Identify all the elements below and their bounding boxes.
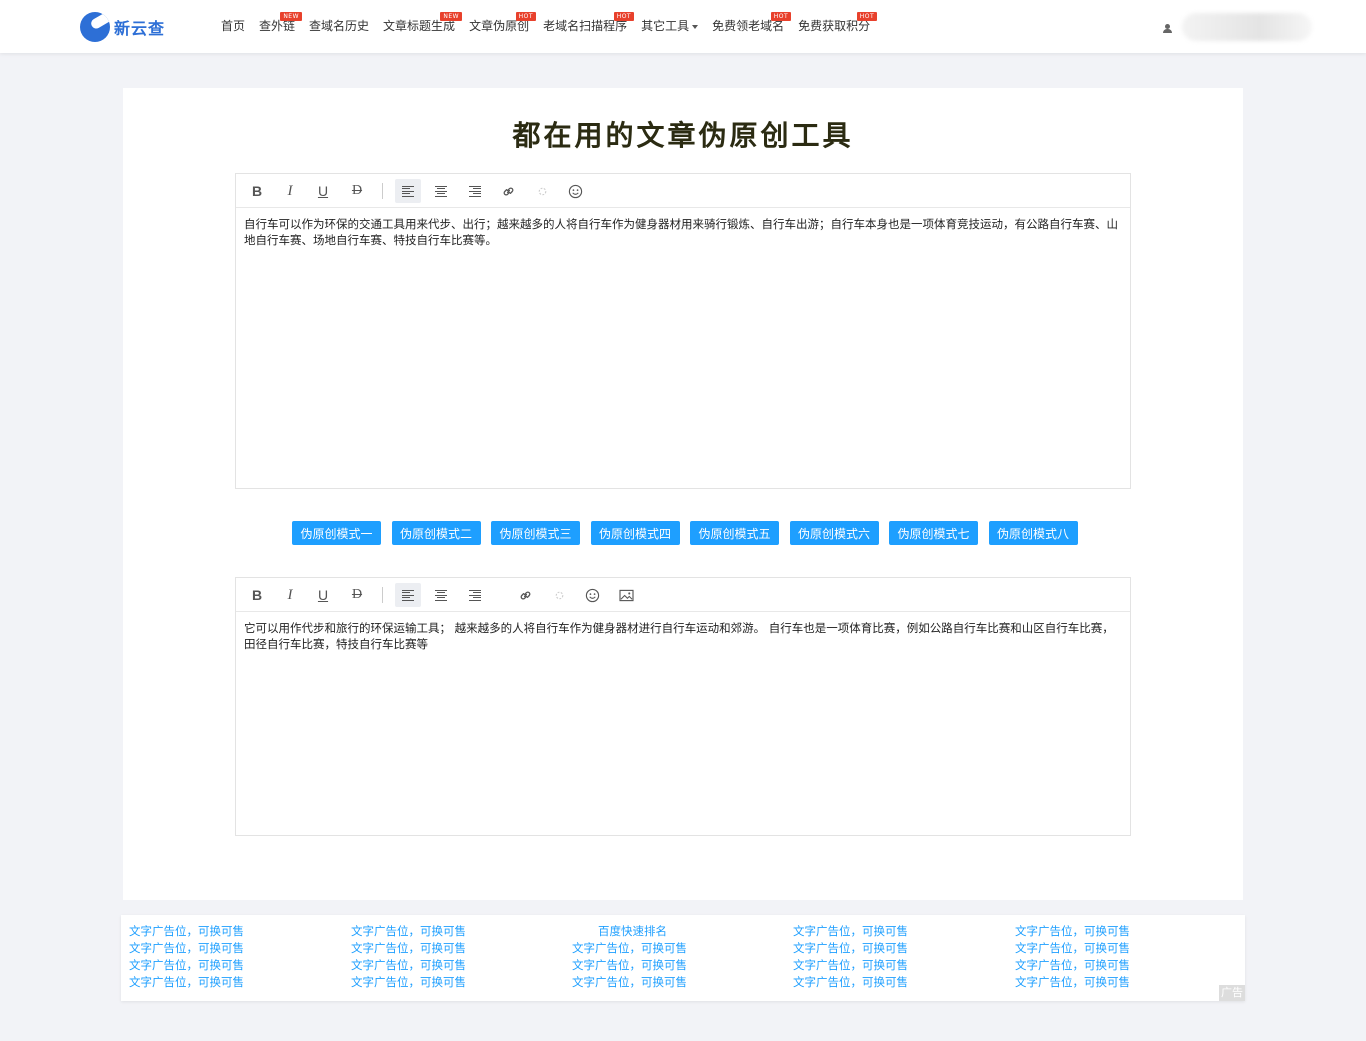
mode-8-button[interactable]: 伪原创模式八 (988, 521, 1078, 545)
ad-link[interactable]: 文字广告位，可换可售 (793, 974, 908, 991)
nav-item-home[interactable]: 首页 (214, 0, 252, 53)
align-left-icon[interactable] (395, 583, 421, 607)
ad-link[interactable]: 文字广告位，可换可售 (572, 974, 693, 991)
ad-link[interactable]: 文字广告位，可换可售 (1015, 974, 1130, 991)
ad-column: 文字广告位，可换可售 文字广告位，可换可售 文字广告位，可换可售 文字广告位，可… (793, 923, 908, 991)
hot-badge: HOT (770, 12, 792, 21)
chevron-down-icon (692, 24, 699, 29)
nav-item-domain-scanner[interactable]: 老域名扫描程序 HOT (536, 0, 635, 53)
ad-link[interactable]: 文字广告位，可换可售 (351, 940, 466, 957)
mode-6-button[interactable]: 伪原创模式六 (789, 521, 879, 545)
ad-link[interactable]: 文字广告位，可换可售 (351, 957, 466, 974)
bold-icon[interactable]: B (244, 179, 270, 203)
ad-link[interactable]: 文字广告位，可换可售 (129, 974, 244, 991)
align-right-icon[interactable] (462, 583, 488, 607)
ad-label: 广告 (1219, 985, 1245, 1001)
source-text[interactable]: 自行车可以作为环保的交通工具用来代步、出行；越来越多的人将自行车作为健身器材用来… (236, 208, 1130, 256)
strikethrough-icon[interactable]: D (344, 179, 370, 203)
ad-link[interactable]: 文字广告位，可换可售 (129, 957, 244, 974)
unlink-icon[interactable] (529, 179, 555, 203)
emoji-icon[interactable] (579, 583, 605, 607)
source-editor: B I U D 自行车可以作为环保的交通工具用来代步、出行；越来越多的人将自行车… (235, 173, 1131, 489)
nav-item-free-domains[interactable]: 免费领老域名 HOT (705, 0, 792, 53)
ad-link[interactable]: 文字广告位，可换可售 (351, 974, 466, 991)
ad-column: 文字广告位，可换可售 文字广告位，可换可售 文字广告位，可换可售 文字广告位，可… (351, 923, 466, 991)
nav-item-title-generator[interactable]: 文章标题生成 NEW (376, 0, 463, 53)
logo-text: 新云查 (114, 19, 166, 38)
editor-toolbar: B I U D (236, 174, 1130, 208)
ad-link[interactable]: 文字广告位，可换可售 (793, 957, 908, 974)
logo-icon (80, 12, 110, 42)
ad-link[interactable]: 文字广告位，可换可售 (351, 923, 466, 940)
ad-link-baidu-ranking[interactable]: 百度快速排名 (572, 923, 693, 940)
user-name-redacted[interactable] (1182, 13, 1312, 41)
rewrite-mode-buttons: 伪原创模式一 伪原创模式二 伪原创模式三 伪原创模式四 伪原创模式五 伪原创模式… (292, 521, 1088, 545)
mode-5-button[interactable]: 伪原创模式五 (690, 521, 779, 545)
new-badge: NEW (280, 12, 303, 21)
ad-link[interactable]: 文字广告位，可换可售 (793, 923, 908, 940)
hot-badge: HOT (613, 12, 635, 21)
result-text[interactable]: 它可以用作代步和旅行的环保运输工具； 越来越多的人将自行车作为健身器材进行自行车… (236, 612, 1130, 660)
mode-4-button[interactable]: 伪原创模式四 (590, 521, 680, 545)
new-badge: NEW (440, 12, 463, 21)
top-header: 新云查 首页 查外链 NEW 查域名历史 文章标题生成 NEW 文章伪原创 HOT 老… (0, 0, 1366, 53)
align-center-icon[interactable] (428, 583, 454, 607)
align-right-icon[interactable] (462, 179, 488, 203)
editor-toolbar: B I U D (236, 578, 1130, 612)
toolbar-divider (382, 183, 383, 199)
site-logo[interactable]: 新云查 (80, 12, 165, 42)
link-icon[interactable] (512, 583, 538, 607)
image-icon[interactable] (613, 583, 639, 607)
ad-column: 文字广告位，可换可售 文字广告位，可换可售 文字广告位，可换可售 文字广告位，可… (1015, 923, 1130, 991)
ad-column: 百度快速排名 文字广告位，可换可售 文字广告位，可换可售 文字广告位，可换可售 (572, 923, 693, 991)
nav-item-other-tools[interactable]: 其它工具 (634, 0, 705, 53)
italic-icon[interactable]: I (277, 179, 303, 203)
mode-1-button[interactable]: 伪原创模式一 (292, 521, 381, 545)
hot-badge: HOT (515, 12, 537, 21)
ad-link[interactable]: 文字广告位，可换可售 (1015, 923, 1130, 940)
ad-link[interactable]: 文字广告位，可换可售 (129, 940, 244, 957)
nav-item-domain-history[interactable]: 查域名历史 (302, 0, 376, 53)
underline-icon[interactable]: U (310, 583, 336, 607)
main-nav: 首页 查外链 NEW 查域名历史 文章标题生成 NEW 文章伪原创 HOT 老域名扫描… (214, 0, 878, 53)
mode-7-button[interactable]: 伪原创模式七 (889, 521, 978, 545)
nav-item-free-points[interactable]: 免费获取积分 HOT (791, 0, 878, 53)
emoji-icon[interactable] (562, 179, 588, 203)
user-icon[interactable] (1163, 24, 1172, 33)
strikethrough-icon[interactable]: D (344, 583, 370, 607)
nav-item-article-rewrite[interactable]: 文章伪原创 HOT (462, 0, 537, 53)
link-icon[interactable] (495, 179, 521, 203)
italic-icon[interactable]: I (277, 583, 303, 607)
align-left-icon[interactable] (395, 179, 421, 203)
mode-2-button[interactable]: 伪原创模式二 (391, 521, 481, 545)
ad-column: 文字广告位，可换可售 文字广告位，可换可售 文字广告位，可换可售 文字广告位，可… (129, 923, 244, 991)
align-center-icon[interactable] (428, 179, 454, 203)
mode-3-button[interactable]: 伪原创模式三 (491, 521, 580, 545)
toolbar-divider (382, 587, 383, 603)
hot-badge: HOT (856, 12, 878, 21)
underline-icon[interactable]: U (310, 179, 336, 203)
result-editor: B I U D 它可以用作代步和旅行的环保运输工具； 越来越多的人将自行车作为健… (235, 577, 1131, 836)
ad-link[interactable]: 文字广告位，可换可售 (1015, 957, 1130, 974)
ad-link[interactable]: 文字广告位，可换可售 (1015, 940, 1130, 957)
ad-links-panel: 文字广告位，可换可售 文字广告位，可换可售 文字广告位，可换可售 文字广告位，可… (121, 915, 1245, 1001)
page-title: 都在用的文章伪原创工具 (512, 119, 854, 152)
ad-link[interactable]: 文字广告位，可换可售 (793, 940, 908, 957)
ad-link[interactable]: 文字广告位，可换可售 (129, 923, 244, 940)
ad-link[interactable]: 文字广告位，可换可售 (572, 957, 693, 974)
ad-link[interactable]: 文字广告位，可换可售 (572, 940, 693, 957)
unlink-icon[interactable] (546, 583, 572, 607)
nav-item-backlinks[interactable]: 查外链 NEW (252, 0, 303, 53)
bold-icon[interactable]: B (244, 583, 270, 607)
